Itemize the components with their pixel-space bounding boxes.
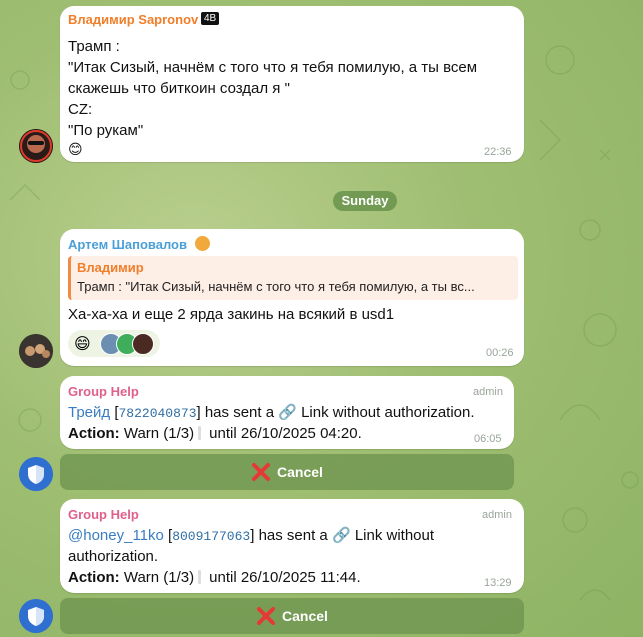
message-line: Трамп : — [68, 38, 120, 55]
message-text: Ха-ха-ха и еще 2 ярда закинь на всякий в… — [68, 306, 395, 323]
message-time: 06:05 — [474, 433, 502, 445]
avatar-group-help[interactable] — [19, 457, 53, 491]
sender-name[interactable]: Group Help — [68, 384, 139, 399]
user-link[interactable]: Трейд — [68, 404, 110, 421]
message-line: CZ: — [68, 101, 93, 118]
user-id[interactable]: 8009177063 — [172, 529, 250, 544]
avatar-artem[interactable] — [19, 334, 53, 368]
message-bubble-grouphelp-1[interactable]: Group Help admin Трейд [7822040873] has … — [60, 376, 514, 449]
sender-name[interactable]: Владимир Sapronov — [68, 12, 198, 27]
user-id[interactable]: 7822040873 — [118, 406, 196, 421]
message-time: 00:26 — [486, 347, 514, 359]
message-line: "Итак Сизый, начнём с того что я тебя по… — [68, 59, 478, 76]
separator-bar — [198, 426, 202, 440]
action-value: Warn (1/3) — [123, 569, 195, 586]
message-bubble-vladimir[interactable]: Владимир Sapronov 4B Трамп : "Итак Сизый… — [60, 6, 524, 162]
shield-icon — [19, 457, 53, 491]
warn-text: has sent a — [204, 404, 275, 421]
shield-icon — [19, 599, 53, 633]
action-line: Action: Warn (1/3) until 26/10/2025 11:44… — [68, 567, 361, 588]
warn-line: Трейд [7822040873] has sent a 🔗 Link wit… — [68, 404, 475, 421]
message-line: "По рукам" — [68, 122, 144, 139]
warn-line-2: authorization. — [68, 548, 159, 565]
until-text: until 26/10/2025 11:44. — [209, 569, 361, 586]
message-bubble-grouphelp-2[interactable]: Group Help admin @honey_11ko [8009177063… — [60, 499, 524, 593]
action-line: Action: Warn (1/3) until 26/10/2025 04:20… — [68, 423, 362, 444]
action-label: Action: — [68, 425, 120, 442]
action-label: Action: — [68, 569, 120, 586]
avatar-group-help[interactable] — [19, 599, 53, 633]
separator-bar — [198, 570, 202, 584]
avatar-image — [19, 129, 53, 163]
message-time: 22:36 — [484, 146, 512, 158]
reply-text: Трамп : "Итак Сизый, начнём с того что я… — [77, 279, 475, 294]
message-time: 13:29 — [484, 577, 512, 589]
reply-sender: Владимир — [77, 260, 144, 275]
admin-label: admin — [473, 386, 503, 398]
cancel-button[interactable]: Cancel — [60, 598, 524, 634]
sender-badge: 4B — [201, 12, 220, 25]
sender-emoji-status-icon — [195, 236, 210, 251]
warn-text: has sent a — [258, 527, 328, 544]
cancel-button[interactable]: Cancel — [60, 454, 514, 490]
warn-link-text: Link without authorization. — [301, 404, 475, 421]
avatar-image — [19, 334, 53, 368]
sender-name[interactable]: Group Help — [68, 507, 139, 522]
reactor-avatar — [132, 333, 154, 355]
emoji: 😊 — [68, 141, 83, 157]
link-icon: 🔗 — [331, 527, 351, 544]
message-line: скажешь что биткоин создал я " — [68, 80, 290, 97]
date-separator: Sunday — [333, 191, 397, 211]
cancel-label: Cancel — [277, 464, 323, 480]
user-link[interactable]: @honey_11ko — [68, 527, 164, 544]
admin-label: admin — [482, 509, 512, 521]
avatar-vladimir[interactable] — [19, 129, 53, 163]
action-value: Warn (1/3) — [123, 425, 195, 442]
reply-quote[interactable]: Владимир Трамп : "Итак Сизый, начнём с т… — [68, 256, 518, 300]
close-icon — [252, 463, 271, 481]
close-icon — [257, 607, 276, 625]
warn-link-text: Link without — [354, 527, 435, 544]
reaction-emoji: 😄 — [74, 336, 91, 353]
link-icon: 🔗 — [278, 404, 297, 421]
reaction-chip[interactable]: 😄 — [68, 330, 160, 357]
until-text: until 26/10/2025 04:20. — [209, 425, 362, 442]
warn-line: @honey_11ko [8009177063] has sent a 🔗 Li… — [68, 527, 435, 544]
sender-name[interactable]: Артем Шаповалов — [68, 237, 187, 252]
cancel-label: Cancel — [282, 608, 328, 624]
